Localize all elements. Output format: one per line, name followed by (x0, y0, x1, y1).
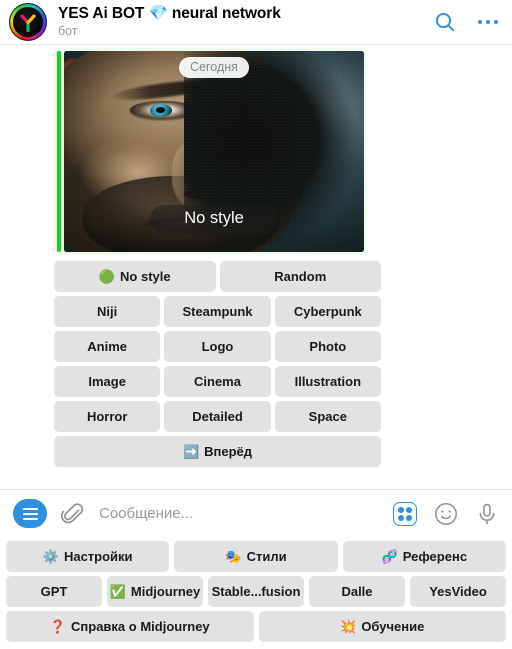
dots-glyph (476, 10, 501, 34)
photo-caption: No style (150, 205, 278, 234)
inline-kb-row: ➡️ Вперёд (54, 436, 381, 467)
more-options-icon[interactable] (476, 10, 501, 34)
paperclip-icon[interactable] (61, 502, 85, 526)
bot-commands-grid-icon[interactable] (393, 501, 417, 526)
reply-kb-button-label: Midjourney (130, 584, 201, 599)
inline-kb-button-label: Niji (97, 304, 118, 319)
date-separator: Сегодня (179, 57, 249, 78)
inline-kb-row: Horror Detailed Space (54, 401, 381, 432)
reply-kb-button-label: Stable...fusion (211, 584, 301, 599)
inline-kb-button-label: Anime (87, 339, 128, 354)
inline-kb-button-anime[interactable]: Anime (54, 331, 161, 362)
yes-logo-icon (20, 14, 36, 33)
reply-kb-button-yesvideo[interactable]: YesVideo (410, 576, 506, 607)
inline-kb-button-label: Steampunk (182, 304, 253, 319)
reply-kb-button-stable-fusion[interactable]: Stable...fusion (208, 576, 304, 607)
reply-kb-row: ❓ Справка о Midjourney 💥 Обучение (6, 611, 506, 642)
chat-subtitle: бот (58, 24, 78, 38)
inline-kb-button-label: Photo (309, 339, 347, 354)
inline-kb-button-photo[interactable]: Photo (274, 331, 381, 362)
reply-kb-button-label: Настройки (63, 549, 133, 564)
message-composer (0, 489, 512, 537)
reply-kb-button-label: YesVideo (429, 584, 487, 599)
emoji-icon: 🎭 (225, 549, 242, 564)
inline-kb-button-label: Image (88, 374, 126, 389)
inline-kb-button-label: Space (308, 409, 347, 424)
inline-kb-button-label: Cyberpunk (293, 304, 362, 319)
reply-kb-button-стили[interactable]: 🎭 Стили (174, 541, 338, 572)
chat-title-block[interactable]: YES Ai BOT 💎 neural network бот (58, 5, 433, 39)
inline-kb-button-label: Detailed (192, 409, 243, 424)
reply-kb-button-label: GPT (40, 584, 68, 599)
inline-kb-button-label: Illustration (294, 374, 362, 389)
emoji-icon: 🧬 (381, 549, 398, 564)
emoji-icon: 💥 (340, 619, 357, 634)
search-input[interactable] (99, 498, 385, 529)
inline-kb-button-detailed[interactable]: Detailed (164, 401, 271, 432)
inline-kb-button-steampunk[interactable]: Steampunk (164, 296, 271, 327)
emoji-icon: ✅ (109, 584, 126, 599)
inline-kb-row: 🟢 No style Random (54, 261, 381, 292)
inline-kb-button-space[interactable]: Space (274, 401, 381, 432)
avatar[interactable] (9, 3, 47, 41)
reply-kb-button-label: Dalle (341, 584, 373, 599)
inline-kb-button-label: Cinema (194, 374, 241, 389)
smiley-icon[interactable] (433, 501, 459, 527)
inline-kb-row: Image Cinema Illustration (54, 366, 381, 397)
reply-kb-button-label: Стили (246, 549, 287, 564)
inline-kb-button-illustration[interactable]: Illustration (274, 366, 381, 397)
header-actions (433, 10, 501, 34)
inline-kb-button-no-style[interactable]: 🟢 No style (54, 261, 216, 292)
inline-kb-button-label: No style (120, 269, 171, 284)
inline-kb-button-horror[interactable]: Horror (54, 401, 161, 432)
reply-kb-row: GPT ✅ Midjourney Stable...fusion Dalle YesVid… (6, 576, 506, 607)
inline-kb-button-label: Random (274, 269, 327, 284)
inline-kb-button-cinema[interactable]: Cinema (164, 366, 271, 397)
reply-kb-button-label: Справка о Midjourney (71, 619, 210, 634)
reply-kb-button-настройки[interactable]: ⚙️ Настройки (6, 541, 170, 572)
inline-kb-button-вперёд[interactable]: ➡️ Вперёд (54, 436, 381, 467)
message-accent-bar (57, 51, 61, 252)
inline-kb-button-label: Logo (201, 339, 234, 354)
emoji-icon: 🟢 (98, 269, 116, 284)
inline-kb-button-logo[interactable]: Logo (164, 331, 271, 362)
page-title: YES Ai BOT 💎 neural network (58, 5, 281, 22)
message-photo[interactable]: Сегодня No style (64, 51, 364, 252)
reply-kb-button-референс[interactable]: 🧬 Референс (342, 541, 506, 572)
inline-kb-button-cyberpunk[interactable]: Cyberpunk (274, 296, 381, 327)
reply-kb-row: ⚙️ Настройки 🎭 Стили 🧬 Референс (6, 541, 506, 572)
photo-message-bubble[interactable]: Сегодня No style (54, 48, 367, 255)
reply-kb-button-обучение[interactable]: 💥 Обучение (258, 611, 506, 642)
composer-right-actions (393, 501, 499, 527)
telegram-chat-screen: YES Ai BOT 💎 neural network бот Сегодня … (0, 0, 512, 649)
inline-keyboard: 🟢 No style Random Niji Steampunk Cyberpunk Ani… (54, 261, 381, 475)
emoji-icon: ➡️ (182, 444, 200, 459)
inline-kb-button-label: Вперёд (204, 444, 253, 459)
inline-kb-button-label: Horror (86, 409, 128, 424)
microphone-icon[interactable] (475, 502, 499, 526)
chat-header: YES Ai BOT 💎 neural network бот (0, 0, 512, 45)
message-group: Сегодня No style 🟢 No style Random Niji Stea… (0, 45, 512, 475)
search-icon[interactable] (433, 10, 457, 34)
reply-kb-button-midjourney[interactable]: ✅ Midjourney (107, 576, 203, 607)
reply-kb-button-gpt[interactable]: GPT (6, 576, 102, 607)
reply-kb-button-справка-о-midjourney[interactable]: ❓ Справка о Midjourney (6, 611, 254, 642)
hamburger-menu-icon[interactable] (13, 499, 47, 528)
message-list[interactable]: Сегодня No style 🟢 No style Random Niji Stea… (0, 45, 512, 489)
inline-kb-button-image[interactable]: Image (54, 366, 161, 397)
reply-kb-button-dalle[interactable]: Dalle (309, 576, 405, 607)
inline-kb-button-random[interactable]: Random (219, 261, 381, 292)
reply-kb-button-label: Референс (402, 549, 468, 564)
emoji-icon: ⚙️ (42, 549, 59, 564)
reply-keyboard: ⚙️ Настройки 🎭 Стили 🧬 Референс GPT ✅ Midjourney… (0, 537, 512, 649)
inline-kb-button-niji[interactable]: Niji (54, 296, 161, 327)
emoji-icon: ❓ (49, 619, 67, 634)
inline-kb-row: Niji Steampunk Cyberpunk (54, 296, 381, 327)
reply-kb-button-label: Обучение (361, 619, 425, 634)
inline-kb-row: Anime Logo Photo (54, 331, 381, 362)
